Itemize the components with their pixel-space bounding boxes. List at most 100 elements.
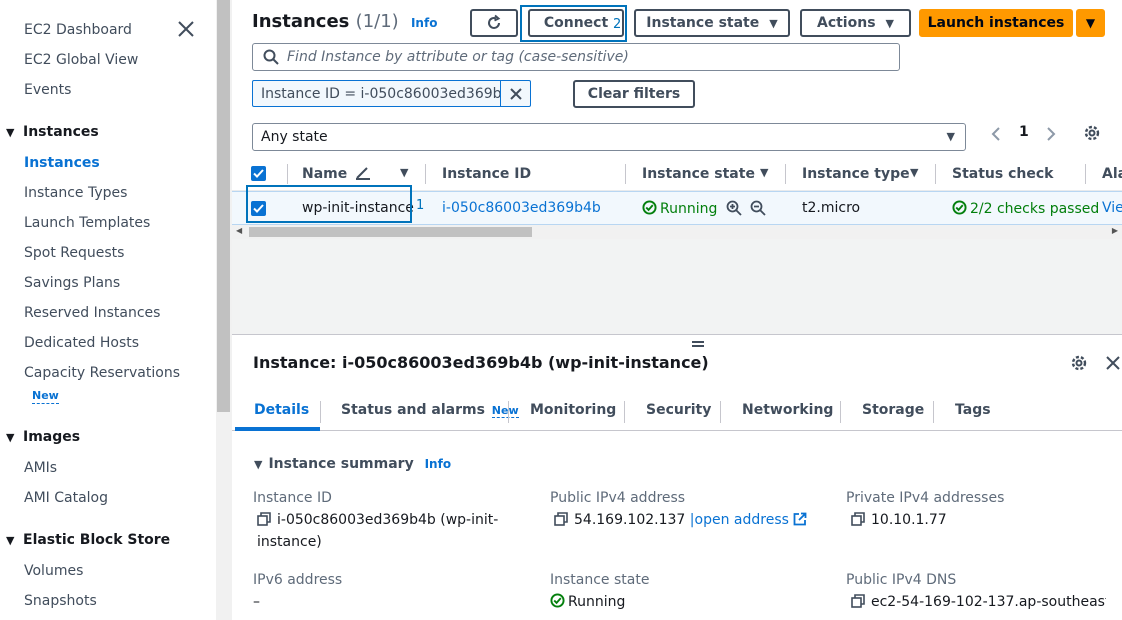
open-address-link[interactable]: |open address	[690, 512, 789, 528]
search-placeholder: Find Instance by attribute or tag (case-…	[287, 49, 629, 65]
sidebar-item-events[interactable]: Events	[24, 82, 71, 98]
sidebar-item-snapshots[interactable]: Snapshots	[24, 593, 97, 609]
page-title: Instances (1/1) Info	[252, 11, 438, 32]
sidebar-section-ebs[interactable]: ▼ Elastic Block Store	[6, 532, 170, 548]
ipv6-label: IPv6 address	[253, 572, 343, 588]
sidebar-item-ec2-dashboard[interactable]: EC2 Dashboard	[24, 22, 132, 38]
check-circle-icon	[642, 200, 657, 215]
active-tab-indicator	[235, 427, 320, 431]
new-badge: New	[32, 389, 59, 404]
copy-icon[interactable]	[851, 594, 865, 608]
public-dns-value: ec2-54-169-102-137.ap-southeast-	[851, 591, 1106, 613]
sidebar-scrollbar-thumb[interactable]	[217, 0, 230, 412]
instance-state-value: Running	[550, 591, 625, 613]
info-link[interactable]: Info	[411, 16, 437, 30]
remove-filter-button[interactable]	[500, 81, 530, 106]
actions-dropdown[interactable]: Actions ▼	[800, 9, 911, 37]
column-header-alarm[interactable]: Ala	[1102, 166, 1122, 182]
table-horizontal-scrollbar[interactable]: ◀ ▶	[232, 225, 1122, 239]
info-link[interactable]: Info	[425, 457, 451, 471]
instance-state-dropdown[interactable]: Instance state ▼	[634, 9, 790, 37]
refresh-button[interactable]	[470, 9, 518, 37]
sidebar-item-capacity-reservations[interactable]: Capacity Reservations	[24, 365, 180, 381]
private-ipv4-value: 10.10.1.77	[851, 509, 947, 531]
search-input[interactable]: Find Instance by attribute or tag (case-…	[252, 43, 900, 71]
sidebar-item-savings-plans[interactable]: Savings Plans	[24, 275, 120, 291]
ipv6-value: –	[253, 594, 260, 610]
close-icon[interactable]	[177, 20, 195, 38]
instance-id-link[interactable]: i-050c86003ed369b4b	[442, 200, 601, 216]
column-header-status-check[interactable]: Status check	[952, 166, 1053, 182]
external-link-icon[interactable]	[793, 512, 807, 526]
select-all-checkbox[interactable]	[251, 166, 266, 181]
detail-title: Instance: i-050c86003ed369b4b (wp-init-i…	[253, 353, 709, 372]
column-header-instance-type[interactable]: Instance type	[802, 166, 910, 182]
caret-down-icon: ▼	[946, 130, 955, 143]
sidebar-item-instance-types[interactable]: Instance Types	[24, 185, 127, 201]
scroll-left-arrow-icon[interactable]: ◀	[236, 226, 242, 235]
scroll-right-arrow-icon[interactable]: ▶	[1112, 226, 1118, 235]
copy-icon[interactable]	[851, 512, 865, 526]
resize-handle[interactable]	[692, 341, 704, 347]
public-ipv4-value: 54.169.102.137 |open address	[554, 509, 807, 531]
sidebar-item-amis[interactable]: AMIs	[24, 460, 57, 476]
sort-caret-icon[interactable]: ▼	[760, 166, 768, 179]
chevron-right-icon[interactable]	[1045, 126, 1057, 142]
clear-filters-button[interactable]: Clear filters	[573, 80, 695, 108]
column-header-instance-id[interactable]: Instance ID	[442, 166, 531, 182]
sidebar-item-spot-requests[interactable]: Spot Requests	[24, 245, 124, 261]
tab-tags[interactable]: Tags	[955, 402, 991, 418]
state-filter-select[interactable]: Any state ▼	[252, 123, 966, 151]
instance-state-status: Running	[642, 200, 717, 217]
launch-dropdown-button[interactable]: ▼	[1076, 9, 1105, 37]
chevron-left-icon[interactable]	[990, 126, 1002, 142]
sidebar: EC2 Dashboard EC2 Global View Events ▼ In…	[0, 0, 216, 620]
sidebar-item-launch-templates[interactable]: Launch Templates	[24, 215, 150, 231]
column-header-instance-state[interactable]: Instance state	[642, 166, 755, 182]
public-ipv4-label: Public IPv4 address	[550, 490, 686, 506]
table-empty-area	[232, 239, 1122, 334]
column-header-name[interactable]: Name	[302, 166, 371, 182]
table-scrollbar-thumb[interactable]	[249, 227, 532, 237]
zoom-out-icon[interactable]	[750, 200, 766, 216]
caret-down-icon: ▼	[885, 16, 894, 30]
sidebar-item-reserved-instances[interactable]: Reserved Instances	[24, 305, 160, 321]
instance-id-label: Instance ID	[253, 490, 332, 506]
caret-down-icon: ▼	[1085, 16, 1096, 30]
close-icon[interactable]	[1105, 355, 1121, 371]
step-marker-1: 1	[416, 198, 425, 213]
sidebar-item-instances[interactable]: Instances	[24, 155, 100, 171]
sort-caret-icon[interactable]: ▼	[910, 166, 918, 179]
check-circle-icon	[550, 593, 565, 608]
filter-token-text: Instance ID = i-050c86003ed369b4b	[261, 85, 500, 102]
page-number[interactable]: 1	[1019, 124, 1029, 140]
sidebar-item-dedicated-hosts[interactable]: Dedicated Hosts	[24, 335, 139, 351]
tab-details[interactable]: Details	[254, 402, 309, 418]
tab-storage[interactable]: Storage	[862, 402, 924, 418]
new-badge: New	[491, 404, 519, 418]
sidebar-item-volumes[interactable]: Volumes	[24, 563, 83, 579]
tab-security[interactable]: Security	[646, 402, 711, 418]
copy-icon[interactable]	[257, 512, 271, 526]
sidebar-section-instances[interactable]: ▼ Instances	[6, 124, 99, 140]
tab-status-and-alarms[interactable]: Status and alarms New	[341, 402, 519, 418]
sort-caret-icon[interactable]: ▼	[400, 166, 408, 179]
sidebar-section-images[interactable]: ▼ Images	[6, 429, 80, 445]
caret-down-icon: ▼	[6, 534, 15, 547]
view-alarms-link[interactable]: Vie	[1102, 200, 1122, 216]
sidebar-item-ec2-global-view[interactable]: EC2 Global View	[24, 52, 138, 68]
instance-id-value: i-050c86003ed369b4b (wp-init-instance)	[257, 512, 499, 550]
sidebar-item-ami-catalog[interactable]: AMI Catalog	[24, 490, 108, 506]
gear-icon[interactable]	[1070, 354, 1088, 372]
instance-detail-panel: Instance: i-050c86003ed369b4b (wp-init-i…	[232, 334, 1122, 620]
gear-icon[interactable]	[1083, 124, 1101, 142]
instance-summary-toggle[interactable]: ▼ Instance summary Info	[254, 456, 451, 472]
zoom-in-icon[interactable]	[726, 200, 742, 216]
tab-monitoring[interactable]: Monitoring	[530, 402, 616, 418]
copy-icon[interactable]	[554, 512, 568, 526]
caret-down-icon: ▼	[6, 126, 15, 139]
step-marker-2: 2	[613, 17, 622, 32]
launch-instances-button[interactable]: Launch instances	[919, 9, 1073, 37]
check-circle-icon	[952, 200, 967, 215]
tab-networking[interactable]: Networking	[742, 402, 833, 418]
